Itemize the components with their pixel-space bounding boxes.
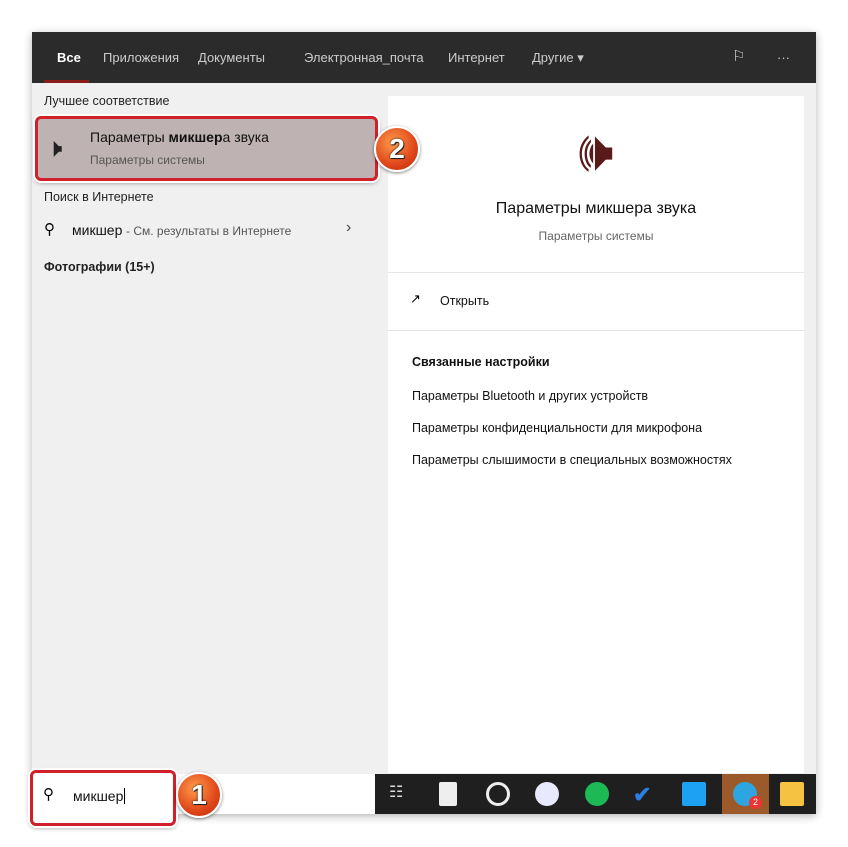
spotify-icon[interactable] <box>585 782 609 806</box>
related-link[interactable]: Параметры слышимости в специальных возмо… <box>412 453 732 467</box>
preview-title: Параметры микшера звука <box>388 200 804 218</box>
speaker-icon: 🕨 <box>46 133 62 165</box>
related-header: Связанные настройки <box>412 355 550 369</box>
search-value: микшер <box>73 788 125 804</box>
tab-apps[interactable]: Приложения <box>103 50 179 65</box>
more-options-button[interactable]: ··· <box>777 50 790 65</box>
divider <box>388 272 804 273</box>
web-hint: - См. результаты в Интернете <box>126 224 291 238</box>
search-input[interactable]: ⚲ микшер <box>30 770 176 826</box>
itunes-icon[interactable] <box>535 782 559 806</box>
web-search-header: Поиск в Интернете <box>44 190 154 204</box>
tab-more[interactable]: Другие ▾ <box>532 50 584 66</box>
best-match-subtitle: Параметры системы <box>90 153 205 167</box>
file-explorer-icon[interactable] <box>780 782 804 806</box>
web-search-item[interactable]: ⚲ микшер - См. результаты в Интернете › <box>32 216 372 244</box>
search-icon: ⚲ <box>43 785 54 803</box>
feedback-icon[interactable]: ⚐ <box>732 47 745 65</box>
twitter-icon[interactable] <box>682 782 706 806</box>
photos-header[interactable]: Фотографии (15+) <box>44 260 155 274</box>
related-link[interactable]: Параметры конфиденциальности для микрофо… <box>412 421 702 435</box>
task-view-icon[interactable]: ☷ <box>389 782 413 806</box>
filter-tabs: Все Приложения Документы Электронная_поч… <box>32 32 816 83</box>
best-match-item[interactable]: 🕨 Параметры микшера звука Параметры сист… <box>35 116 378 181</box>
open-icon: ↗ <box>410 291 421 307</box>
chevron-right-icon: › <box>346 219 351 237</box>
divider <box>388 330 804 331</box>
app-icon[interactable] <box>486 782 510 806</box>
tab-email[interactable]: Электронная_почта <box>304 50 424 65</box>
title-match: микшер <box>169 129 223 145</box>
tab-all[interactable]: Все <box>57 50 81 65</box>
caret-down-icon: ▾ <box>577 50 584 65</box>
active-tab-underline <box>44 80 89 83</box>
tab-more-label: Другие <box>532 50 574 65</box>
step-badge-2: 2 <box>374 126 420 172</box>
search-icon: ⚲ <box>44 220 55 238</box>
open-label: Открыть <box>440 294 489 308</box>
title-part: а звука <box>223 129 269 145</box>
best-match-header: Лучшее соответствие <box>44 94 169 108</box>
speaker-large-icon: 🕪 <box>388 118 804 185</box>
step-badge-1: 1 <box>176 772 222 818</box>
taskbar: ☷ ✔ 2 <box>375 774 816 814</box>
todo-icon[interactable]: ✔ <box>633 782 657 806</box>
web-query: микшер <box>72 222 122 238</box>
telegram-button[interactable]: 2 <box>722 774 769 814</box>
calculator-icon[interactable] <box>439 782 457 806</box>
best-match-title: Параметры микшера звука <box>90 129 269 145</box>
tab-documents[interactable]: Документы <box>198 50 265 65</box>
preview-pane: 🕪 Параметры микшера звука Параметры сист… <box>388 96 804 773</box>
search-window: Все Приложения Документы Электронная_поч… <box>32 32 816 814</box>
preview-subtitle: Параметры системы <box>388 229 804 243</box>
tab-internet[interactable]: Интернет <box>448 50 505 65</box>
open-action[interactable]: ↗ Открыть <box>410 291 610 313</box>
related-link[interactable]: Параметры Bluetooth и других устройств <box>412 389 648 403</box>
title-part: Параметры <box>90 129 169 145</box>
notification-badge: 2 <box>749 796 762 809</box>
